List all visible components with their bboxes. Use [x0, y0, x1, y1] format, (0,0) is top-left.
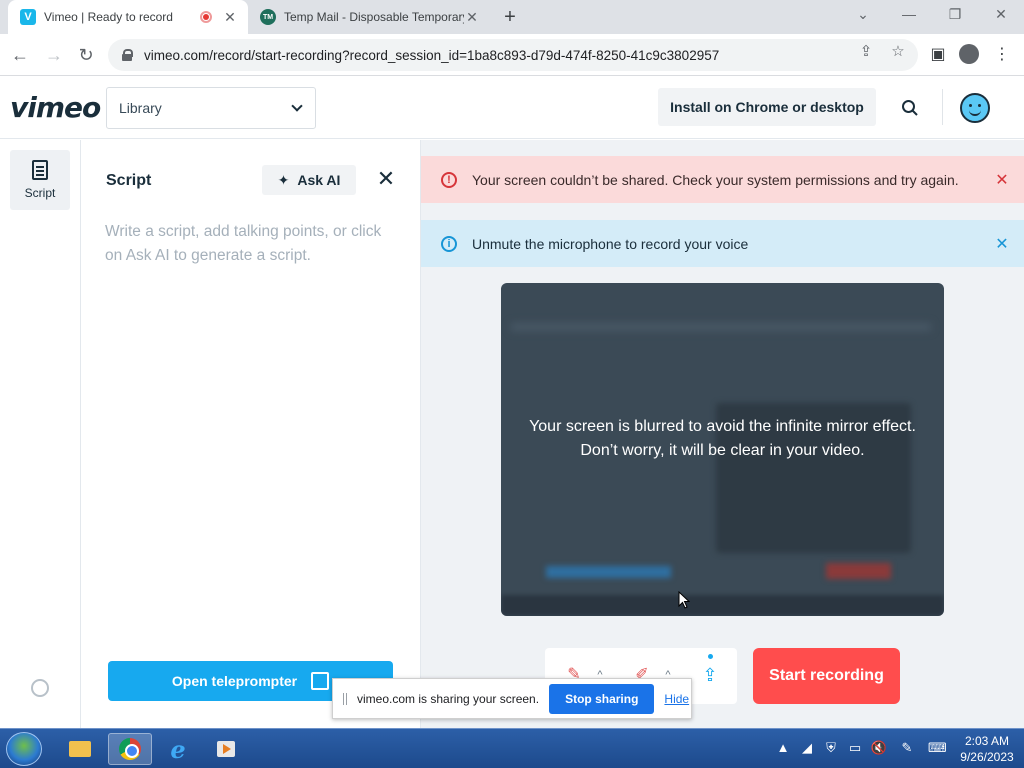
- vimeo-header: vimeo Library Install on Chrome or deskt…: [0, 77, 1024, 139]
- close-icon[interactable]: ✕: [990, 170, 1014, 190]
- vimeo-logo[interactable]: vimeo: [10, 91, 101, 124]
- ask-ai-button[interactable]: ✦ Ask AI: [262, 165, 356, 195]
- window-close-icon[interactable]: ✕: [990, 6, 1012, 23]
- active-dot-icon: [708, 654, 713, 659]
- screen-share-icon[interactable]: ⇪: [699, 664, 721, 686]
- forward-icon[interactable]: →: [42, 43, 66, 67]
- library-select-value: Library: [119, 100, 162, 116]
- system-clock[interactable]: 2:03 AM 9/26/2023: [955, 733, 1019, 765]
- clock-date: 9/26/2023: [960, 750, 1014, 764]
- screen-preview: Your screen is blurred to avoid the infi…: [501, 283, 944, 616]
- minimize-icon[interactable]: —: [898, 6, 920, 22]
- security-shield-icon[interactable]: ⛨: [822, 739, 840, 757]
- teleprompter-label: Open teleprompter: [171, 673, 298, 689]
- taskbar-explorer[interactable]: [58, 733, 102, 765]
- temp-mail-favicon-icon: TM: [260, 9, 276, 25]
- share-page-icon[interactable]: ⇪: [856, 42, 876, 60]
- bookmark-star-icon[interactable]: ☆: [888, 42, 908, 60]
- preview-message: Your screen is blurred to avoid the infi…: [501, 415, 944, 463]
- rail-item-label: Script: [24, 186, 56, 200]
- new-tab-icon[interactable]: +: [500, 6, 520, 29]
- close-icon[interactable]: ✕: [375, 168, 397, 190]
- screen-sharing-bar: vimeo.com is sharing your screen. Stop s…: [332, 678, 692, 719]
- sparkle-icon: ✦: [277, 171, 290, 188]
- taskbar-media-player[interactable]: [204, 733, 248, 765]
- preview-message-line: Don’t worry, it will be clear in your vi…: [580, 442, 865, 459]
- tab-title: Temp Mail - Disposable Temporary Email: [284, 10, 464, 24]
- folder-icon: [69, 741, 91, 757]
- show-hidden-icons-icon[interactable]: ▲: [774, 739, 792, 757]
- url-text: vimeo.com/record/start-recording?record_…: [144, 47, 720, 63]
- back-icon[interactable]: ←: [8, 43, 32, 67]
- error-alert: ! Your screen couldn’t be shared. Check …: [421, 156, 1024, 203]
- external-link-icon: [311, 672, 330, 690]
- media-player-icon: [217, 741, 235, 757]
- install-button[interactable]: Install on Chrome or desktop: [658, 88, 876, 126]
- library-select[interactable]: Library: [106, 87, 316, 129]
- lock-icon: [122, 49, 133, 61]
- error-alert-text: Your screen couldn’t be shared. Check yo…: [472, 171, 959, 188]
- info-icon: i: [441, 235, 457, 252]
- start-recording-button[interactable]: Start recording: [753, 648, 900, 704]
- tab-close-icon[interactable]: ✕: [464, 9, 480, 26]
- info-alert: i Unmute the microphone to record your v…: [421, 220, 1024, 267]
- tab-vimeo[interactable]: V Vimeo | Ready to record ✕: [8, 0, 248, 34]
- avatar[interactable]: [960, 93, 990, 123]
- taskbar-chrome[interactable]: [108, 733, 152, 765]
- tab-search-icon[interactable]: ⌄: [852, 6, 874, 23]
- clock-time: 2:03 AM: [964, 734, 1010, 748]
- hide-link[interactable]: Hide: [664, 692, 689, 706]
- info-alert-text: Unmute the microphone to record your voi…: [472, 235, 749, 252]
- blurred-content: [546, 566, 671, 578]
- vimeo-favicon-icon: V: [20, 9, 36, 25]
- profile-icon[interactable]: [959, 44, 979, 64]
- rail-item-script[interactable]: Script: [10, 150, 70, 210]
- close-icon[interactable]: ✕: [990, 234, 1014, 254]
- pen-icon[interactable]: ✎: [898, 739, 916, 757]
- document-icon: [32, 160, 48, 180]
- drag-handle-icon[interactable]: [343, 692, 347, 705]
- ask-ai-label: Ask AI: [297, 172, 341, 188]
- address-bar[interactable]: vimeo.com/record/start-recording?record_…: [108, 39, 918, 71]
- chrome-icon: [119, 738, 141, 760]
- recording-stage: ! Your screen couldn’t be shared. Check …: [421, 140, 1024, 728]
- chrome-menu-icon[interactable]: ⋮: [992, 44, 1012, 64]
- mouse-cursor-icon: [678, 591, 690, 609]
- compass-icon[interactable]: [31, 679, 49, 697]
- network-icon[interactable]: ◢: [798, 739, 816, 757]
- sharing-message: vimeo.com is sharing your screen.: [357, 691, 540, 706]
- blurred-content: [511, 323, 931, 331]
- windows-taskbar: e ▲ ◢ ⛨ ▭ 🔇 ✎ ⌨ 2:03 AM 9/26/2023: [0, 728, 1024, 768]
- chevron-down-icon: [291, 100, 303, 112]
- reload-icon[interactable]: ↻: [74, 43, 98, 67]
- start-button[interactable]: [6, 732, 42, 766]
- blurred-content: [826, 563, 891, 579]
- tab-title: Vimeo | Ready to record: [44, 10, 173, 24]
- preview-message-line: Your screen is blurred to avoid the infi…: [529, 418, 916, 435]
- tab-close-icon[interactable]: ✕: [222, 9, 238, 26]
- restore-icon[interactable]: ❐: [944, 6, 966, 23]
- stop-sharing-button[interactable]: Stop sharing: [549, 683, 655, 714]
- header-divider: [942, 89, 943, 125]
- script-panel-title: Script: [106, 172, 152, 189]
- side-panel-icon[interactable]: ▣: [928, 44, 948, 64]
- browser-toolbar: ← → ↻ vimeo.com/record/start-recording?r…: [0, 34, 1024, 76]
- script-panel: Script ✦ Ask AI ✕ Write a script, add ta…: [81, 140, 421, 728]
- browser-tab-strip: V Vimeo | Ready to record ✕ TM Temp Mail…: [0, 0, 1024, 34]
- keyboard-icon[interactable]: ⌨: [928, 739, 947, 757]
- recording-indicator-icon: [200, 11, 212, 23]
- internet-explorer-icon: e: [170, 734, 186, 764]
- error-icon: !: [441, 171, 457, 188]
- script-textarea[interactable]: Write a script, add talking points, or c…: [105, 220, 385, 268]
- blurred-content: [501, 595, 944, 616]
- volume-muted-icon[interactable]: 🔇: [870, 739, 888, 757]
- display-icon[interactable]: ▭: [846, 739, 864, 757]
- tab-temp-mail[interactable]: TM Temp Mail - Disposable Temporary Emai…: [250, 0, 490, 34]
- taskbar-internet-explorer[interactable]: e: [156, 733, 200, 765]
- left-rail: Script: [0, 140, 81, 728]
- search-icon[interactable]: [901, 99, 919, 117]
